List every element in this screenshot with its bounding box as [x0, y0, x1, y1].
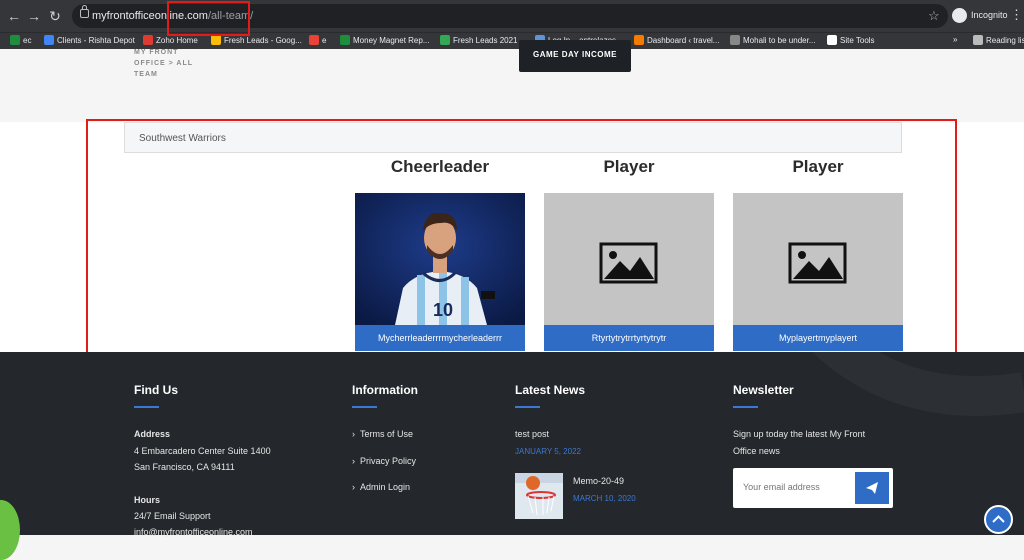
lock-icon [80, 5, 89, 18]
bookmark-favicon-icon [440, 35, 450, 45]
chevron-right-icon: › [352, 456, 360, 466]
chevron-up-icon [992, 515, 1005, 523]
bookmark-item[interactable]: Zoho Home [143, 35, 198, 45]
news-date: JANUARY 5, 2022 [515, 447, 581, 456]
bookmark-favicon-icon [309, 35, 319, 45]
bookmark-item[interactable]: Fresh Leads 2021 -... [440, 35, 529, 45]
bookmark-favicon-icon [143, 35, 153, 45]
footer-link-privacy[interactable]: › Privacy Policy [352, 456, 416, 466]
scroll-to-top-button[interactable] [984, 505, 1013, 534]
bookmark-favicon-icon [44, 35, 54, 45]
news-title[interactable]: test post [515, 429, 549, 439]
newsletter-text: Office news [733, 446, 780, 456]
bookmark-favicon-icon [211, 35, 221, 45]
bookmark-item[interactable]: Mohali to be under... [730, 35, 816, 45]
hours-value: 24/7 Email Support [134, 511, 211, 521]
bookmark-item[interactable]: ec [10, 35, 31, 45]
breadcrumb: MY FRONT OFFICE > ALL TEAM [134, 49, 193, 78]
address-line: San Francisco, CA 94111 [134, 462, 235, 472]
address-label: Address [134, 429, 171, 439]
hours-label: Hours [134, 495, 161, 505]
send-icon [866, 482, 878, 494]
bookmark-item[interactable]: Money Magnet Rep... [340, 35, 429, 45]
bookmark-item[interactable]: Site Tools [827, 35, 875, 45]
back-arrow-icon[interactable]: ← [4, 6, 24, 26]
bookmark-star-icon[interactable]: ☆ [928, 8, 940, 24]
contact-email[interactable]: info@myfrontofficeonline.com [134, 527, 253, 537]
footer-link-terms[interactable]: › Terms of Use [352, 429, 413, 439]
browser-toolbar: ← → ↻ myfrontofficeonline.com/all-team/ … [0, 0, 1024, 32]
bookmark-favicon-icon [634, 35, 644, 45]
bookmark-item[interactable]: e [309, 35, 326, 45]
heading-underline [134, 406, 159, 408]
more-bookmarks-icon[interactable]: » [953, 35, 957, 44]
newsletter-email-input[interactable] [741, 481, 857, 493]
bookmark-item[interactable]: Clients - Rishta Depot [44, 35, 135, 45]
forward-arrow-icon[interactable]: → [24, 6, 44, 26]
reading-list-icon [973, 35, 983, 45]
footer-link-admin[interactable]: › Admin Login [352, 482, 410, 492]
annotation-highlight-url [167, 1, 250, 36]
heading-underline [733, 406, 758, 408]
incognito-icon [952, 8, 967, 23]
chevron-right-icon: › [352, 429, 360, 439]
latest-news-heading: Latest News [515, 383, 586, 397]
news-title[interactable]: Memo-20-49 [573, 476, 624, 486]
bookmark-favicon-icon [10, 35, 20, 45]
page-header-area: MY FRONT OFFICE > ALL TEAM GAME DAY INCO… [0, 40, 1024, 122]
newsletter-heading: Newsletter [733, 383, 794, 397]
news-date: MARCH 10, 2020 [573, 494, 636, 503]
bookmark-item[interactable]: Fresh Leads - Goog... [211, 35, 302, 45]
reload-icon[interactable]: ↻ [45, 6, 65, 26]
heading-underline [352, 406, 377, 408]
information-heading: Information [352, 383, 418, 397]
newsletter-text: Sign up today the latest My Front [733, 429, 866, 439]
heading-underline [515, 406, 540, 408]
bookmark-favicon-icon [827, 35, 837, 45]
reading-list[interactable]: Reading lis [973, 35, 1024, 45]
chevron-right-icon: › [352, 482, 360, 492]
find-us-heading: Find Us [134, 383, 178, 397]
address-line: 4 Embarcadero Center Suite 1400 [134, 446, 271, 456]
annotation-highlight-team [86, 119, 957, 373]
browser-menu-icon[interactable]: ⋮ [1010, 7, 1023, 23]
news-thumbnail[interactable] [515, 473, 563, 519]
newsletter-submit-button[interactable] [855, 472, 889, 504]
basketball-hoop-image [515, 473, 563, 519]
game-day-income-button[interactable]: GAME DAY INCOME [519, 40, 631, 72]
bookmark-favicon-icon [340, 35, 350, 45]
bookmark-favicon-icon [730, 35, 740, 45]
incognito-label: Incognito [971, 10, 1008, 20]
bookmark-item[interactable]: Dashboard ‹ travel... [634, 35, 719, 45]
